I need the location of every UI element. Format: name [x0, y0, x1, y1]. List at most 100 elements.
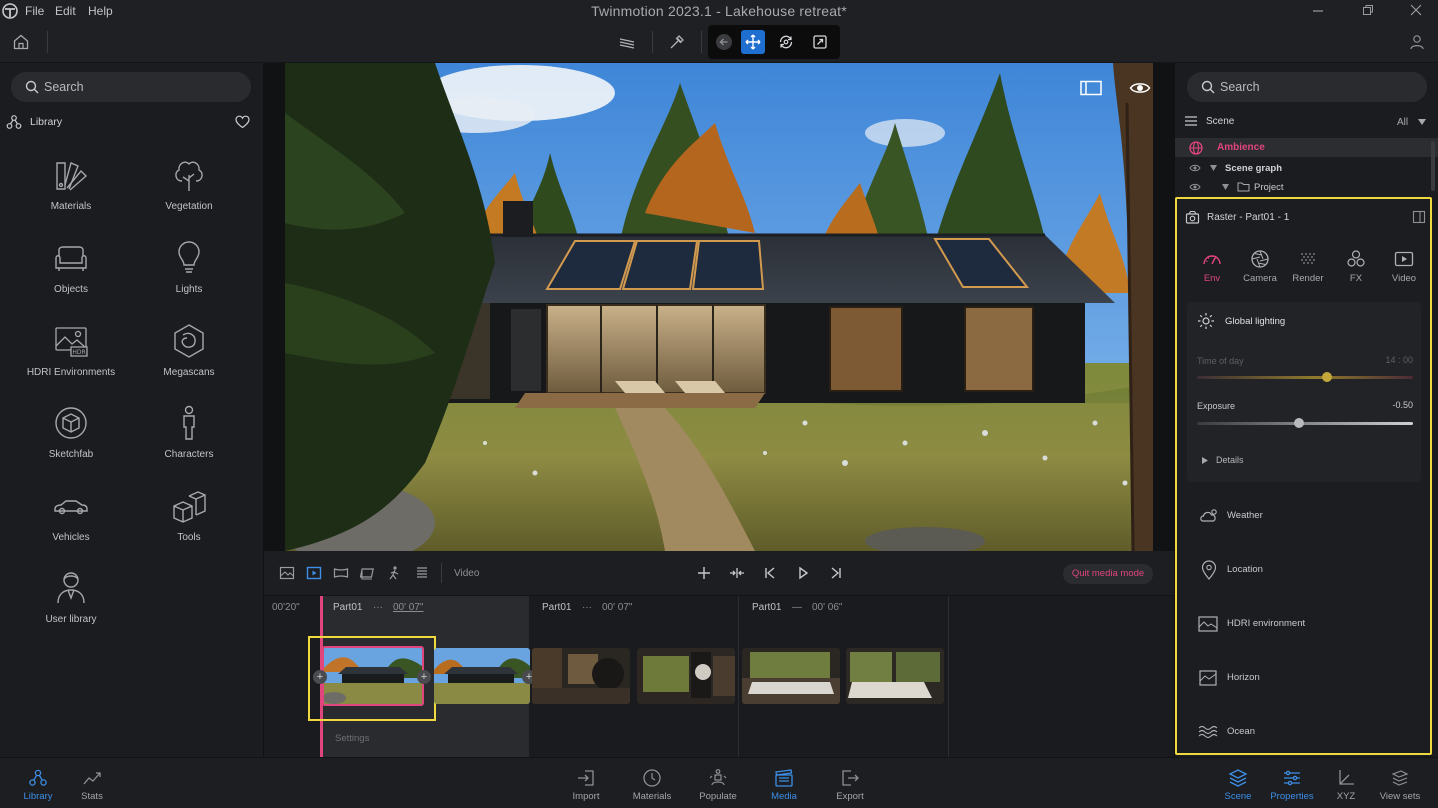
- section-weather[interactable]: Weather: [1189, 505, 1417, 529]
- section-ocean[interactable]: Ocean: [1189, 721, 1417, 745]
- scene-filter-dropdown[interactable]: All: [1397, 117, 1408, 128]
- panorama-media-icon[interactable]: [333, 565, 351, 583]
- visibility-eye-icon[interactable]: [1129, 80, 1151, 96]
- library-item-materials[interactable]: Materials: [11, 155, 131, 212]
- rotate-tool-icon[interactable]: [774, 30, 798, 54]
- nav-import[interactable]: Import: [556, 768, 616, 802]
- nav-stats[interactable]: Stats: [62, 768, 122, 802]
- expand-arrow-icon[interactable]: [1222, 184, 1229, 190]
- library-item-user-library[interactable]: User library: [11, 568, 131, 625]
- clip-thumbnail-4[interactable]: [637, 648, 735, 704]
- library-item-lights[interactable]: Lights: [129, 238, 249, 295]
- nav-library[interactable]: Library: [8, 768, 68, 802]
- viewport-panel-toggle-icon[interactable]: [1080, 80, 1102, 96]
- media-timeline[interactable]: 00'20" Part01 ··· 00' 07" Settings Part0…: [264, 596, 1174, 757]
- scale-tool-icon[interactable]: [808, 30, 832, 54]
- nav-scene[interactable]: Scene: [1208, 768, 1268, 802]
- nav-populate[interactable]: Populate: [688, 768, 748, 802]
- nav-media[interactable]: Media: [754, 768, 814, 802]
- nav-xyz[interactable]: XYZ: [1316, 768, 1376, 802]
- phasing-media-icon[interactable]: [387, 565, 405, 583]
- nav-view-sets[interactable]: View sets: [1370, 768, 1430, 802]
- minimize-icon[interactable]: [1311, 3, 1325, 17]
- library-item-megascans[interactable]: Megascans: [129, 321, 249, 378]
- tab-video[interactable]: Video: [1380, 249, 1428, 284]
- batch-media-icon[interactable]: [414, 565, 432, 583]
- scene-tree-scrollbar[interactable]: [1431, 141, 1435, 191]
- clip-thumbnail-2[interactable]: [434, 648, 530, 704]
- move-tool-icon[interactable]: [741, 30, 765, 54]
- nav-export[interactable]: Export: [820, 768, 880, 802]
- time-of-day-slider-handle[interactable]: [1321, 372, 1332, 382]
- eyedropper-icon[interactable]: [665, 30, 689, 54]
- segment-menu-icon[interactable]: ···: [373, 602, 383, 613]
- tree-item-project[interactable]: Project: [1175, 178, 1438, 197]
- tab-fx[interactable]: FX: [1332, 249, 1380, 284]
- tab-label: Camera: [1243, 273, 1277, 284]
- clip-thumbnail-5[interactable]: [742, 648, 840, 704]
- segment-duration[interactable]: 00' 07": [393, 602, 423, 613]
- render-preview-image[interactable]: [285, 63, 1153, 551]
- back-arrow-icon[interactable]: [712, 30, 736, 54]
- tab-env[interactable]: Env: [1188, 249, 1236, 284]
- library-item-label: Materials: [50, 201, 92, 212]
- details-toggle[interactable]: Details: [1216, 455, 1244, 465]
- visibility-eye-icon[interactable]: [1189, 182, 1201, 192]
- skip-back-icon[interactable]: [762, 565, 780, 583]
- clip-thumbnail-1-selected[interactable]: [322, 646, 424, 706]
- insert-clip-left-button[interactable]: +: [313, 670, 327, 684]
- library-item-sketchfab[interactable]: Sketchfab: [11, 403, 131, 460]
- favorites-heart-icon[interactable]: [235, 115, 250, 129]
- merge-clips-icon[interactable]: [729, 565, 747, 583]
- clip-thumbnail-3[interactable]: [532, 648, 630, 704]
- play-icon[interactable]: [795, 565, 813, 583]
- horizon-icon: [1199, 670, 1217, 686]
- exposure-slider-handle[interactable]: [1293, 418, 1304, 428]
- library-item-vegetation[interactable]: Vegetation: [129, 155, 249, 212]
- add-clip-icon[interactable]: [696, 565, 714, 583]
- visibility-eye-icon[interactable]: [1189, 163, 1201, 173]
- segment-name: Part01: [333, 602, 363, 613]
- nav-properties[interactable]: Properties: [1262, 768, 1322, 802]
- video-media-icon[interactable]: [306, 565, 324, 583]
- tab-camera[interactable]: Camera: [1236, 249, 1284, 284]
- clip-thumbnail-6[interactable]: [846, 648, 944, 704]
- window-title: Twinmotion 2023.1 - Lakehouse retreat*: [591, 3, 847, 19]
- chevron-down-icon[interactable]: [1417, 118, 1427, 126]
- library-search-input[interactable]: Search: [11, 72, 251, 102]
- expand-arrow-icon[interactable]: [1210, 165, 1217, 171]
- home-icon[interactable]: [9, 30, 33, 54]
- library-item-objects[interactable]: Objects: [11, 238, 131, 295]
- library-item-hdri-environments[interactable]: HDR HDRI Environments: [11, 321, 131, 378]
- time-of-day-slider[interactable]: [1197, 376, 1413, 379]
- segment-menu-icon[interactable]: ···: [582, 602, 592, 613]
- scene-search-input[interactable]: Search: [1187, 72, 1427, 102]
- presentation-media-icon[interactable]: [360, 565, 378, 583]
- library-item-vehicles[interactable]: Vehicles: [11, 486, 131, 543]
- image-media-icon[interactable]: [279, 565, 297, 583]
- restore-icon[interactable]: [1361, 3, 1375, 17]
- library-item-characters[interactable]: Characters: [129, 403, 249, 460]
- insert-clip-right-button[interactable]: +: [417, 670, 431, 684]
- section-hdri-environment[interactable]: HDRI environment: [1189, 613, 1417, 637]
- 3d-viewport[interactable]: [264, 63, 1174, 551]
- tab-render[interactable]: Render: [1284, 249, 1332, 284]
- segment-menu-icon[interactable]: —: [792, 602, 802, 613]
- close-icon[interactable]: [1409, 3, 1423, 17]
- skip-forward-icon[interactable]: [828, 565, 846, 583]
- library-item-tools[interactable]: Tools: [129, 486, 249, 543]
- details-expand-icon[interactable]: [1202, 457, 1208, 464]
- user-account-icon[interactable]: [1405, 30, 1429, 54]
- quit-media-mode-button[interactable]: Quit media mode: [1063, 564, 1153, 584]
- layers-icon[interactable]: [615, 30, 639, 54]
- nav-label: XYZ: [1336, 791, 1356, 802]
- section-location[interactable]: Location: [1189, 559, 1417, 583]
- split-view-icon[interactable]: [1412, 210, 1426, 224]
- exposure-slider[interactable]: [1197, 422, 1413, 425]
- section-horizon[interactable]: Horizon: [1189, 667, 1417, 691]
- media-toolbar: Video Quit media mode: [264, 551, 1174, 596]
- nav-materials[interactable]: Materials: [622, 768, 682, 802]
- segment-settings-label[interactable]: Settings: [335, 733, 369, 744]
- tree-item-scene-graph[interactable]: Scene graph: [1175, 159, 1438, 178]
- tree-item-ambience[interactable]: Ambience: [1175, 138, 1438, 157]
